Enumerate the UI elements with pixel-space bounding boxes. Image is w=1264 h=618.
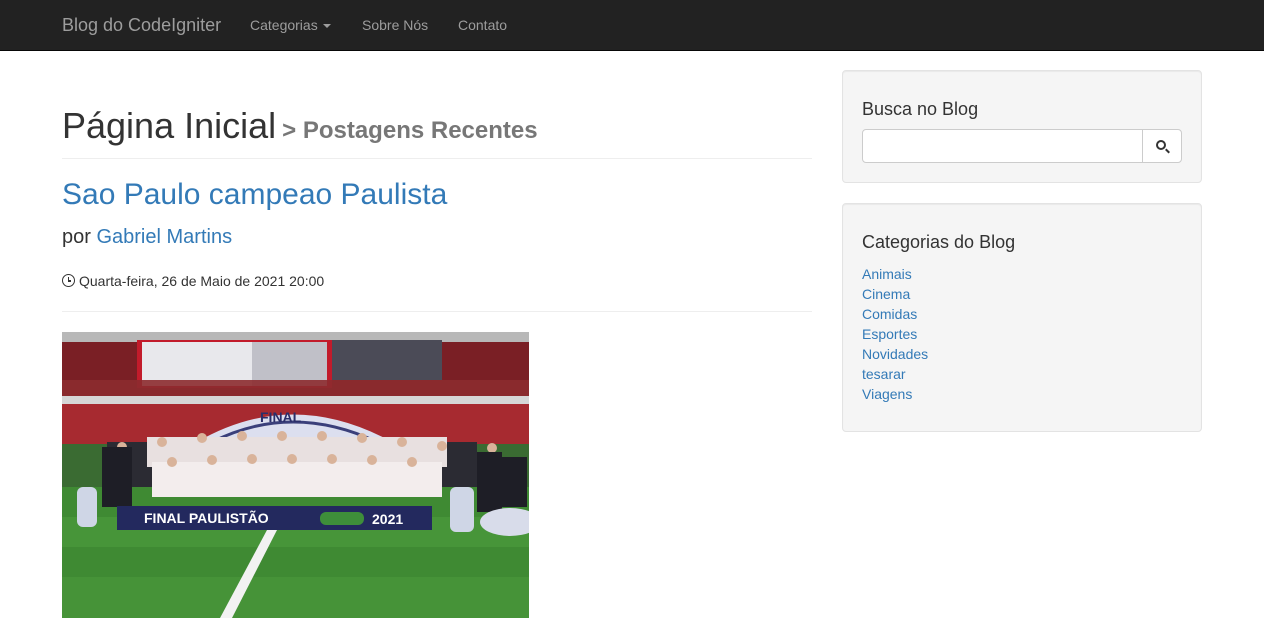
- caret-down-icon: [322, 24, 331, 29]
- category-link-comidas[interactable]: Comidas: [862, 306, 917, 322]
- banner-year: 2021: [372, 511, 403, 527]
- search-group: [862, 129, 1182, 163]
- arch-text: FINAL: [260, 409, 302, 425]
- brand-link[interactable]: Blog do CodeIgniter: [62, 15, 221, 36]
- post-byline: por Gabriel Martins: [62, 226, 232, 249]
- list-item: Cinema: [862, 284, 928, 304]
- banner-text: FINAL PAULISTÃO: [144, 509, 269, 526]
- page-subtitle: > Postagens Recentes: [282, 117, 538, 144]
- list-item: Viagens: [862, 384, 928, 404]
- search-widget: Busca no Blog: [842, 70, 1202, 183]
- page-title: Página Inicial > Postagens Recentes: [62, 108, 812, 146]
- nav-item-contato[interactable]: Contato: [458, 17, 507, 33]
- category-link-novidades[interactable]: Novidades: [862, 346, 928, 362]
- search-icon: [1156, 140, 1166, 150]
- clock-icon: [62, 274, 75, 287]
- byline-prefix: por: [62, 226, 91, 248]
- category-link-esportes[interactable]: Esportes: [862, 326, 917, 342]
- search-input[interactable]: [862, 129, 1143, 163]
- page-header: Página Inicial > Postagens Recentes: [62, 108, 812, 159]
- categories-widget-title: Categorias do Blog: [862, 232, 1016, 252]
- page-title-text: Página Inicial: [62, 105, 277, 146]
- post-image: FINAL FINAL PAULISTÃO 2021: [62, 332, 529, 618]
- nav-item-sobre[interactable]: Sobre Nós: [362, 17, 428, 33]
- category-link-viagens[interactable]: Viagens: [862, 386, 912, 402]
- category-link-animais[interactable]: Animais: [862, 266, 912, 282]
- post-title-link[interactable]: Sao Paulo campeao Paulista: [62, 178, 447, 212]
- list-item: Novidades: [862, 344, 928, 364]
- category-link-tesarar[interactable]: tesarar: [862, 366, 906, 382]
- nav-item-label: Categorias: [250, 17, 318, 33]
- category-link-cinema[interactable]: Cinema: [862, 286, 910, 302]
- list-item: Comidas: [862, 304, 928, 324]
- search-button[interactable]: [1142, 129, 1182, 163]
- category-list: Animais Cinema Comidas Esportes Novidade…: [862, 264, 928, 404]
- search-widget-title: Busca no Blog: [862, 99, 979, 119]
- categories-widget: Categorias do Blog Animais Cinema Comida…: [842, 203, 1202, 432]
- author-link[interactable]: Gabriel Martins: [96, 226, 232, 248]
- post-date-text: Quarta-feira, 26 de Maio de 2021 20:00: [79, 273, 325, 289]
- divider: [62, 311, 812, 312]
- list-item: tesarar: [862, 364, 928, 384]
- nav-item-categorias[interactable]: Categorias: [250, 17, 331, 33]
- top-navbar: Blog do CodeIgniter Categorias Sobre Nós…: [0, 0, 1264, 51]
- team-photo-image: FINAL FINAL PAULISTÃO 2021: [62, 332, 529, 618]
- list-item: Esportes: [862, 324, 928, 344]
- list-item: Animais: [862, 264, 928, 284]
- post-date: Quarta-feira, 26 de Maio de 2021 20:00: [62, 273, 324, 289]
